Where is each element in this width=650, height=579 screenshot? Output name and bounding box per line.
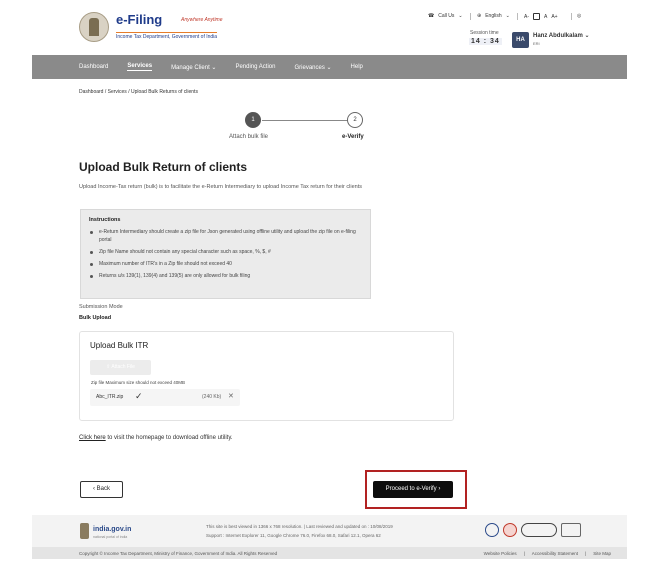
logo-title[interactable]: e-Filing bbox=[116, 12, 162, 27]
instruction-item: Zip file Name should not contain any spe… bbox=[89, 248, 362, 256]
instructions-title: Instructions bbox=[89, 217, 121, 223]
proceed-to-everify-button[interactable]: Proceed to e-Verify › bbox=[373, 481, 453, 498]
divider bbox=[571, 13, 572, 20]
offline-utility-text: to visit the homepage to download offlin… bbox=[105, 435, 233, 441]
footer-resolution-note: This site is best viewed in 1366 x 768 r… bbox=[206, 524, 393, 529]
phone-icon: ☎ bbox=[428, 13, 435, 19]
session-time-value: 14 : 34 bbox=[469, 38, 502, 45]
emblem-logo-icon bbox=[79, 12, 109, 42]
step-1-indicator: 1 bbox=[245, 112, 261, 128]
font-normal-button[interactable]: A bbox=[544, 14, 547, 20]
instruction-item: Maximum number of ITR's in a Zip file sh… bbox=[89, 260, 362, 268]
accessibility-statement-link[interactable]: Accessibility Statement bbox=[532, 551, 578, 556]
upload-card: Upload Bulk ITR ⇪ Attach File Zip file M… bbox=[79, 331, 454, 421]
chevron-down-icon: ⌄ bbox=[458, 13, 463, 19]
click-here-link[interactable]: Click here bbox=[79, 435, 106, 441]
breadcrumb[interactable]: Dashboard / Services / Upload Bulk Retur… bbox=[79, 89, 198, 95]
footer-browser-support: Support : Internet Explorer 11, Google C… bbox=[206, 533, 381, 538]
submission-mode-value: Bulk Upload bbox=[79, 315, 112, 321]
accessibility-button[interactable]: ◎ bbox=[577, 13, 581, 19]
divider bbox=[517, 13, 518, 20]
checkmark-icon: ✓ bbox=[135, 391, 143, 401]
offline-utility-note: Click here to visit the homepage to down… bbox=[79, 435, 233, 441]
divider bbox=[470, 13, 471, 20]
instructions-panel: Instructions e-Return Intermediary shoul… bbox=[80, 209, 371, 299]
site-map-link[interactable]: Site Map bbox=[593, 551, 611, 556]
upload-icon: ⇪ bbox=[106, 364, 111, 370]
footer-links: Website Policies | Accessibility Stateme… bbox=[484, 551, 611, 556]
logo-tagline: Anywhere Anytime bbox=[181, 17, 223, 23]
nav-services[interactable]: Services bbox=[127, 63, 153, 71]
divider: | bbox=[523, 551, 525, 556]
divider: | bbox=[585, 551, 587, 556]
india-emblem-icon bbox=[80, 523, 89, 539]
attach-file-button[interactable]: ⇪ Attach File bbox=[90, 360, 151, 375]
step-2-indicator: 2 bbox=[347, 112, 363, 128]
accessibility-icon: ◎ bbox=[577, 13, 582, 19]
step-1-label: Attach bulk file bbox=[229, 134, 269, 140]
session-time-label: Session time bbox=[470, 30, 499, 36]
bottom-bar: Copyright © Income Tax Department, Minis… bbox=[32, 547, 627, 559]
header: e-Filing Anywhere Anytime Income Tax Dep… bbox=[0, 0, 650, 55]
file-size: (240 Kb) bbox=[202, 394, 222, 400]
instruction-item: Returns u/s 139(1), 139(4) and 139(5) ar… bbox=[89, 272, 362, 280]
upload-size-hint: Zip file Maximum size should not exceed … bbox=[91, 380, 186, 385]
nav-pending-action[interactable]: Pending Action bbox=[235, 64, 275, 70]
user-role: ERI bbox=[533, 41, 540, 46]
swachh-logo-icon[interactable] bbox=[503, 523, 517, 537]
nav-manage-client[interactable]: Manage Client ⌄ bbox=[171, 64, 216, 71]
nav-grievances[interactable]: Grievances ⌄ bbox=[294, 64, 331, 71]
india-gov-link[interactable]: india.gov.in bbox=[93, 526, 131, 533]
stepper-connector bbox=[262, 120, 350, 121]
call-us-menu[interactable]: ☎ Call Us ⌄ bbox=[428, 13, 463, 19]
font-decrease-button[interactable]: A- bbox=[524, 14, 529, 20]
logo-department: Income Tax Department, Government of Ind… bbox=[116, 32, 218, 40]
language-label: English bbox=[485, 13, 502, 19]
call-us-label: Call Us bbox=[438, 13, 455, 19]
submission-mode-label: Submission Mode bbox=[79, 304, 123, 310]
file-name: Abc_ITR.zip bbox=[96, 394, 124, 400]
contrast-icon[interactable] bbox=[533, 13, 540, 20]
step-2-label: e-Verify bbox=[342, 134, 364, 140]
footer: india.gov.in national portal of india Th… bbox=[32, 515, 627, 547]
font-size-controls: A- A A+ bbox=[524, 13, 558, 20]
instruction-item: e-Return Intermediary should create a zi… bbox=[89, 228, 362, 244]
globe-icon: ⊕ bbox=[477, 13, 482, 19]
back-button[interactable]: ‹ Back bbox=[80, 481, 123, 498]
language-select[interactable]: ⊕ English ⌄ bbox=[477, 13, 510, 19]
font-increase-button[interactable]: A+ bbox=[551, 14, 557, 20]
attached-file-item: Abc_ITR.zip ✓ (240 Kb) ✕ bbox=[90, 389, 240, 406]
india-gov-subtitle: national portal of india bbox=[93, 535, 128, 539]
gov-portal-logo-icon[interactable] bbox=[521, 523, 557, 537]
main-nav: Dashboard Services Manage Client ⌄ Pendi… bbox=[32, 55, 627, 79]
digital-india-logo-icon[interactable] bbox=[485, 523, 499, 537]
website-policies-link[interactable]: Website Policies bbox=[484, 551, 517, 556]
page-title: Upload Bulk Return of clients bbox=[79, 160, 248, 174]
nav-help[interactable]: Help bbox=[351, 64, 363, 70]
copyright: Copyright © Income Tax Department, Minis… bbox=[79, 551, 278, 556]
chevron-down-icon: ⌄ bbox=[584, 33, 590, 39]
cert-logo-icon[interactable] bbox=[561, 523, 581, 537]
nav-dashboard[interactable]: Dashboard bbox=[79, 64, 108, 70]
upload-title: Upload Bulk ITR bbox=[90, 341, 149, 350]
user-name-menu[interactable]: Hanz Abdulkalam ⌄ bbox=[533, 32, 590, 39]
page-description: Upload Income-Tax return (bulk) is to fa… bbox=[79, 184, 362, 190]
remove-file-icon[interactable]: ✕ bbox=[228, 392, 234, 400]
chevron-down-icon: ⌄ bbox=[505, 13, 510, 19]
avatar[interactable]: HA bbox=[512, 32, 529, 48]
partner-logos bbox=[485, 523, 581, 537]
